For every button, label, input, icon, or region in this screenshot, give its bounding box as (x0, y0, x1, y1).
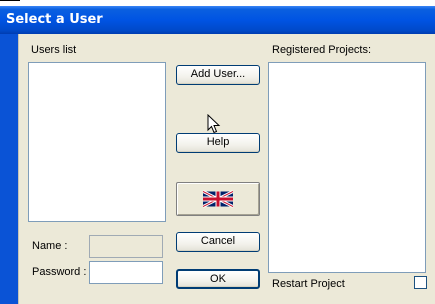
registered-projects-label: Registered Projects: (272, 44, 372, 56)
uk-flag-icon (203, 190, 233, 208)
language-button[interactable] (176, 182, 260, 216)
ok-button-label: OK (210, 273, 226, 285)
registered-projects-listbox[interactable] (268, 62, 426, 273)
add-user-button[interactable]: Add User... (176, 65, 260, 85)
users-list-label: Users list (31, 44, 77, 56)
password-label: Password : (32, 266, 87, 278)
window-left-edge (0, 34, 18, 304)
help-button[interactable]: Help (176, 133, 260, 153)
cancel-button-label: Cancel (200, 235, 236, 247)
users-listbox[interactable] (28, 62, 166, 222)
ok-button[interactable]: OK (176, 269, 260, 289)
cancel-button[interactable]: Cancel (176, 232, 260, 252)
restart-project-checkbox[interactable] (414, 276, 427, 289)
window-title: Select a User (6, 12, 103, 27)
name-label: Name : (32, 240, 68, 252)
password-field[interactable] (89, 261, 163, 284)
add-user-button-label: Add User... (190, 68, 246, 80)
select-user-dialog: Select a User Users list Registered Proj… (0, 6, 435, 304)
title-bar[interactable]: Select a User (0, 6, 435, 34)
restart-project-label: Restart Project (272, 278, 345, 290)
name-field (89, 235, 163, 258)
help-button-label: Help (206, 136, 230, 148)
